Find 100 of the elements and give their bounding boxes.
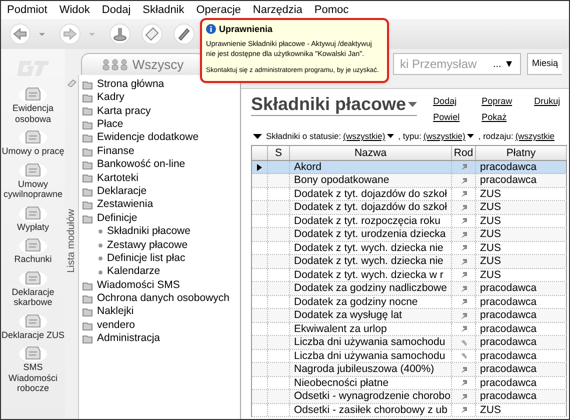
filter-label: , rodzaju: <box>478 130 514 143</box>
period-label: Miesią <box>527 53 562 75</box>
folder-icon <box>82 120 93 130</box>
nav-item[interactable]: Finanse <box>82 144 240 158</box>
nav-item[interactable]: Definicje list płac <box>82 252 240 266</box>
table-cell: Dodatek z tyt. wych. dziecka nie <box>290 242 452 254</box>
filter-dropdown[interactable]: (wszystkie <box>515 130 555 143</box>
module-button[interactable]: Ewidencja osobowa <box>2 83 64 125</box>
action-link[interactable]: Powiel <box>433 110 460 124</box>
module-button[interactable]: Deklaracje skarbowe <box>2 266 64 308</box>
menu-item[interactable]: Składnik <box>142 2 184 18</box>
nav-item[interactable]: Kadry <box>82 91 240 105</box>
module-button[interactable]: Rachunki <box>2 234 64 266</box>
folder-icon <box>82 200 93 210</box>
table-row[interactable]: Dodatek z tyt. dojazdów do szkoł ZUS <box>252 201 567 215</box>
nav-item[interactable]: Zestawienia <box>82 198 240 212</box>
nav-item[interactable]: Wiadomości SMS <box>82 278 240 292</box>
menu-item[interactable]: Pomoc <box>314 2 349 18</box>
filter-label: Składniki o statusie: <box>266 130 342 143</box>
table-cell: ZUS <box>476 242 567 254</box>
info-icon <box>206 24 216 34</box>
menu-item[interactable]: Operacje <box>196 2 241 18</box>
table-row[interactable]: Dodatek z tyt. wych. dziecka w r ZUS <box>252 268 567 282</box>
bullet-icon <box>98 256 103 262</box>
menu-item[interactable]: Narzędzia <box>252 2 302 18</box>
table-cell: Akord <box>290 160 452 174</box>
module-button[interactable]: SMS Wiadomości robocze <box>2 342 64 394</box>
menu-item[interactable]: Dodaj <box>102 2 131 18</box>
page-title[interactable]: Składniki płacowe <box>251 93 418 116</box>
nav-item[interactable]: Strona główna <box>82 78 240 92</box>
folder-icon <box>82 173 93 184</box>
nav-item[interactable]: Ochrona danych osobowych <box>82 292 240 306</box>
table-row[interactable]: Dodatek za wysługę lat pracodawca <box>252 309 567 323</box>
table-cell: pracodawca <box>476 390 567 403</box>
nav-item[interactable]: vendero <box>82 319 240 332</box>
nav-item[interactable]: Składniki płacowe <box>82 225 240 239</box>
module-button[interactable]: Umowy o pracę <box>2 126 64 158</box>
nav-item[interactable]: Deklaracje <box>82 185 240 199</box>
action-link[interactable]: Dodaj <box>433 95 460 108</box>
table-row[interactable]: Dodatek z tyt. dojazdów do szkoł ZUS <box>252 188 567 202</box>
filter-dropdown[interactable]: (wszystkie) <box>423 130 466 143</box>
table-cell: pracodawca <box>476 350 567 362</box>
caret-icon <box>387 134 394 138</box>
nav-item[interactable]: Płace <box>82 118 240 132</box>
module-button[interactable]: Deklaracje ZUS <box>2 310 64 341</box>
table-cell: Odsetki - zasiłek chorobowy z ub <box>290 404 452 416</box>
table-cell: pracodawca <box>476 363 567 376</box>
folder-icon <box>82 186 93 197</box>
nav-item[interactable]: Bankowość on-line <box>82 158 240 172</box>
table-cell: pracodawca <box>476 376 567 390</box>
menu-item[interactable]: Podmiot <box>7 2 48 18</box>
column-header[interactable]: Płatny <box>476 146 567 160</box>
folder-icon <box>82 106 93 116</box>
filter-dropdown[interactable]: (wszystkie) <box>343 130 386 143</box>
column-header[interactable]: S <box>268 146 290 160</box>
table-row[interactable]: Odsetki - wynagrodzenie chorobo pracodawca <box>252 390 567 404</box>
table-row[interactable]: Akord pracodawca <box>252 160 567 174</box>
nav-item[interactable]: Ewidencje dodatkowe <box>82 132 240 145</box>
table-cell: ZUS <box>476 268 567 282</box>
pen-icon[interactable] <box>173 23 195 45</box>
nav-item[interactable]: Karta pracy <box>82 104 240 118</box>
tooltip-title: Uprawnienia <box>219 24 273 34</box>
table-row[interactable]: Dodatek z tyt. wych. dziecka nie ZUS <box>252 255 567 269</box>
table-cell: pracodawca <box>476 160 567 174</box>
table-cell: ZUS <box>476 214 567 228</box>
column-header[interactable]: Rod <box>452 146 476 160</box>
nav-item[interactable]: Kartoteki <box>82 172 240 186</box>
table-row[interactable]: Bony opodatkowane pracodawca <box>252 174 567 188</box>
table-row[interactable]: Dodatek z tyt. rozpoczęcia roku ZUS <box>252 214 567 228</box>
nav-item[interactable]: Kalendarze <box>82 265 240 279</box>
table-row[interactable]: Nieobecności płatne pracodawca <box>252 376 567 390</box>
nav-item[interactable]: Definicje <box>82 212 240 226</box>
nav-item[interactable]: Zestawy płacowe <box>82 238 240 252</box>
table-row[interactable]: Ekwiwalent za urlop pracodawca <box>252 322 567 336</box>
module-button[interactable]: Umowy cywilnoprawne <box>2 158 64 200</box>
folder-icon <box>82 214 93 224</box>
action-link[interactable]: Drukuj <box>534 95 560 108</box>
column-header[interactable]: Nazwa <box>290 146 452 160</box>
module-button[interactable]: Wypłaty <box>2 202 64 233</box>
table-row[interactable]: Nagroda jubileuszowa (400%) pracodawca <box>252 363 567 377</box>
employee-combo[interactable]: ki Przemysław ... ▼ <box>393 53 521 75</box>
table-row[interactable]: Liczba dni używania samochodu pracodawca <box>252 350 567 364</box>
people-icon <box>102 58 128 70</box>
table-cell: Dodatek z tyt. wych. dziecka nie <box>290 255 452 268</box>
nav-item[interactable]: Administracja <box>82 332 240 346</box>
action-link[interactable]: Pokaż <box>482 110 512 124</box>
table-row[interactable]: Odsetki - zasiłek chorobowy z ub ZUS <box>252 404 567 418</box>
menu-item[interactable]: Widok <box>59 2 90 18</box>
action-link[interactable]: Popraw <box>482 95 512 108</box>
nav-item[interactable]: Naklejki <box>82 306 240 320</box>
table-row[interactable]: Liczba dni używania samochodu pracodawca <box>252 336 567 350</box>
table-row[interactable]: Dodatek za godziny nocne pracodawca <box>252 296 567 310</box>
table-row[interactable]: Dodatek z tyt. wych. dziecka nie ZUS <box>252 242 567 256</box>
folder-icon <box>82 280 93 291</box>
caret-icon <box>467 134 474 138</box>
filter-label: , typu: <box>398 130 422 143</box>
row-pointer-icon <box>257 164 262 170</box>
module-list-label: Lista modułów <box>65 209 78 273</box>
table-row[interactable]: Dodatek za godziny nadliczbowe pracodawca <box>252 282 567 296</box>
table-row[interactable]: Dodatek z tyt. urodzenia dziecka ZUS <box>252 228 567 242</box>
